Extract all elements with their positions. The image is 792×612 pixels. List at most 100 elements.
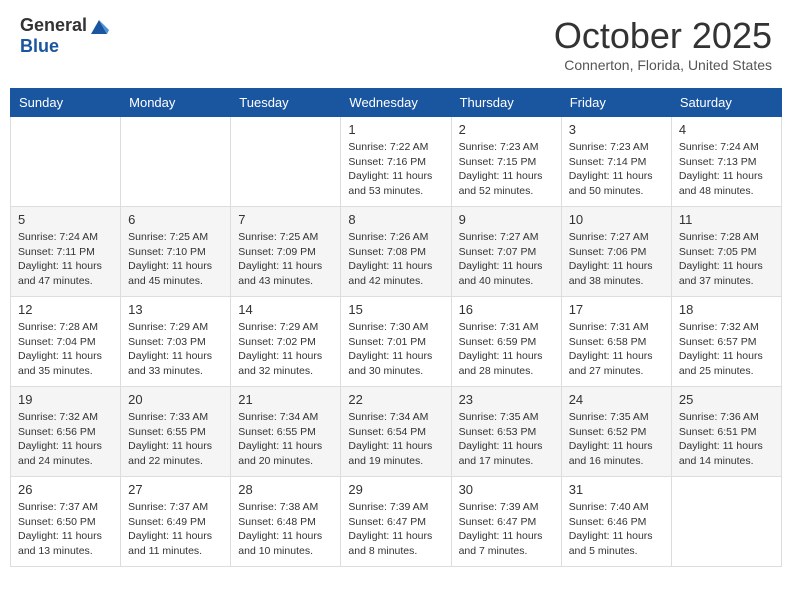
logo-general-text: General <box>20 15 87 36</box>
calendar-cell: 1 Sunrise: 7:22 AMSunset: 7:16 PMDaylight… <box>341 117 451 207</box>
day-info: Sunrise: 7:32 AMSunset: 6:56 PMDaylight:… <box>18 410 113 469</box>
calendar-cell: 2Sunrise: 7:23 AMSunset: 7:15 PMDaylight… <box>451 117 561 207</box>
day-number: 14 <box>238 302 333 317</box>
calendar-table: SundayMondayTuesdayWednesdayThursdayFrid… <box>10 88 782 567</box>
day-info: Sunrise: 7:28 AMSunset: 7:05 PMDaylight:… <box>679 230 774 289</box>
calendar-cell: 12 Sunrise: 7:28 AMSunset: 7:04 PMDayligh… <box>11 297 121 387</box>
day-number: 22 <box>348 392 443 407</box>
logo: General Blue <box>20 15 109 57</box>
day-number: 11 <box>679 212 774 227</box>
calendar-week-row: 19 Sunrise: 7:32 AMSunset: 6:56 PMDayligh… <box>11 387 782 477</box>
day-info: Sunrise: 7:39 AMSunset: 6:47 PMDaylight:… <box>459 500 554 559</box>
calendar-cell: 8Sunrise: 7:26 AMSunset: 7:08 PMDaylight… <box>341 207 451 297</box>
day-number: 23 <box>459 392 554 407</box>
day-info: Sunrise: 7:27 AMSunset: 7:06 PMDaylight:… <box>569 230 664 289</box>
calendar-cell: 22Sunrise: 7:34 AMSunset: 6:54 PMDayligh… <box>341 387 451 477</box>
day-info: Sunrise: 7:25 AMSunset: 7:10 PMDaylight:… <box>128 230 223 289</box>
day-info: Sunrise: 7:33 AMSunset: 6:55 PMDaylight:… <box>128 410 223 469</box>
day-info: Sunrise: 7:34 AMSunset: 6:55 PMDaylight:… <box>238 410 333 469</box>
calendar-cell: 19 Sunrise: 7:32 AMSunset: 6:56 PMDayligh… <box>11 387 121 477</box>
calendar-cell: 4 Sunrise: 7:24 AMSunset: 7:13 PMDaylight… <box>671 117 781 207</box>
location-text: Connerton, Florida, United States <box>554 57 772 73</box>
calendar-cell: 23 Sunrise: 7:35 AMSunset: 6:53 PMDayligh… <box>451 387 561 477</box>
calendar-header-saturday: Saturday <box>671 89 781 117</box>
calendar-cell: 28Sunrise: 7:38 AMSunset: 6:48 PMDayligh… <box>231 477 341 567</box>
day-number: 13 <box>128 302 223 317</box>
day-number: 19 <box>18 392 113 407</box>
day-number: 6 <box>128 212 223 227</box>
day-info: Sunrise: 7:35 AMSunset: 6:52 PMDaylight:… <box>569 410 664 469</box>
day-number: 1 <box>348 122 443 137</box>
calendar-cell: 29Sunrise: 7:39 AMSunset: 6:47 PMDayligh… <box>341 477 451 567</box>
calendar-cell: 20Sunrise: 7:33 AMSunset: 6:55 PMDayligh… <box>121 387 231 477</box>
calendar-cell: 17 Sunrise: 7:31 AMSunset: 6:58 PMDayligh… <box>561 297 671 387</box>
day-info: Sunrise: 7:31 AMSunset: 6:59 PMDaylight:… <box>459 320 554 379</box>
calendar-cell: 18Sunrise: 7:32 AMSunset: 6:57 PMDayligh… <box>671 297 781 387</box>
calendar-header-monday: Monday <box>121 89 231 117</box>
day-info: Sunrise: 7:22 AMSunset: 7:16 PMDaylight:… <box>348 140 443 199</box>
calendar-cell: 15 Sunrise: 7:30 AMSunset: 7:01 PMDayligh… <box>341 297 451 387</box>
day-info: Sunrise: 7:36 AMSunset: 6:51 PMDaylight:… <box>679 410 774 469</box>
day-info: Sunrise: 7:31 AMSunset: 6:58 PMDaylight:… <box>569 320 664 379</box>
day-number: 26 <box>18 482 113 497</box>
calendar-cell: 31 Sunrise: 7:40 AMSunset: 6:46 PMDayligh… <box>561 477 671 567</box>
calendar-cell: 14 Sunrise: 7:29 AMSunset: 7:02 PMDayligh… <box>231 297 341 387</box>
day-number: 24 <box>569 392 664 407</box>
calendar-cell: 7 Sunrise: 7:25 AMSunset: 7:09 PMDaylight… <box>231 207 341 297</box>
logo-icon <box>89 16 109 36</box>
day-number: 4 <box>679 122 774 137</box>
calendar-cell: 10 Sunrise: 7:27 AMSunset: 7:06 PMDayligh… <box>561 207 671 297</box>
calendar-cell: 30 Sunrise: 7:39 AMSunset: 6:47 PMDayligh… <box>451 477 561 567</box>
page-header: General Blue October 2025 Connerton, Flo… <box>10 10 782 78</box>
logo-blue-text: Blue <box>20 36 59 57</box>
day-number: 10 <box>569 212 664 227</box>
day-info: Sunrise: 7:25 AMSunset: 7:09 PMDaylight:… <box>238 230 333 289</box>
calendar-header-friday: Friday <box>561 89 671 117</box>
calendar-cell: 21 Sunrise: 7:34 AMSunset: 6:55 PMDayligh… <box>231 387 341 477</box>
calendar-cell: 9Sunrise: 7:27 AMSunset: 7:07 PMDaylight… <box>451 207 561 297</box>
day-number: 31 <box>569 482 664 497</box>
day-info: Sunrise: 7:29 AMSunset: 7:02 PMDaylight:… <box>238 320 333 379</box>
calendar-cell: 24 Sunrise: 7:35 AMSunset: 6:52 PMDayligh… <box>561 387 671 477</box>
day-number: 16 <box>459 302 554 317</box>
calendar-cell <box>11 117 121 207</box>
day-number: 9 <box>459 212 554 227</box>
calendar-week-row: 12 Sunrise: 7:28 AMSunset: 7:04 PMDayligh… <box>11 297 782 387</box>
calendar-cell <box>671 477 781 567</box>
calendar-cell <box>121 117 231 207</box>
day-info: Sunrise: 7:40 AMSunset: 6:46 PMDaylight:… <box>569 500 664 559</box>
calendar-cell: 5Sunrise: 7:24 AMSunset: 7:11 PMDaylight… <box>11 207 121 297</box>
calendar-week-row: 1 Sunrise: 7:22 AMSunset: 7:16 PMDaylight… <box>11 117 782 207</box>
day-info: Sunrise: 7:26 AMSunset: 7:08 PMDaylight:… <box>348 230 443 289</box>
calendar-cell: 16 Sunrise: 7:31 AMSunset: 6:59 PMDayligh… <box>451 297 561 387</box>
day-number: 17 <box>569 302 664 317</box>
calendar-cell: 6 Sunrise: 7:25 AMSunset: 7:10 PMDaylight… <box>121 207 231 297</box>
day-number: 30 <box>459 482 554 497</box>
calendar-header-wednesday: Wednesday <box>341 89 451 117</box>
day-info: Sunrise: 7:39 AMSunset: 6:47 PMDaylight:… <box>348 500 443 559</box>
month-title: October 2025 <box>554 15 772 57</box>
day-number: 28 <box>238 482 333 497</box>
day-info: Sunrise: 7:28 AMSunset: 7:04 PMDaylight:… <box>18 320 113 379</box>
calendar-header-sunday: Sunday <box>11 89 121 117</box>
day-number: 27 <box>128 482 223 497</box>
day-number: 7 <box>238 212 333 227</box>
calendar-header-row: SundayMondayTuesdayWednesdayThursdayFrid… <box>11 89 782 117</box>
calendar-cell: 13Sunrise: 7:29 AMSunset: 7:03 PMDayligh… <box>121 297 231 387</box>
day-info: Sunrise: 7:35 AMSunset: 6:53 PMDaylight:… <box>459 410 554 469</box>
calendar-cell: 25 Sunrise: 7:36 AMSunset: 6:51 PMDayligh… <box>671 387 781 477</box>
day-info: Sunrise: 7:37 AMSunset: 6:50 PMDaylight:… <box>18 500 113 559</box>
day-info: Sunrise: 7:24 AMSunset: 7:13 PMDaylight:… <box>679 140 774 199</box>
calendar-week-row: 26 Sunrise: 7:37 AMSunset: 6:50 PMDayligh… <box>11 477 782 567</box>
day-number: 18 <box>679 302 774 317</box>
day-info: Sunrise: 7:30 AMSunset: 7:01 PMDaylight:… <box>348 320 443 379</box>
calendar-cell: 27Sunrise: 7:37 AMSunset: 6:49 PMDayligh… <box>121 477 231 567</box>
day-number: 12 <box>18 302 113 317</box>
calendar-header-tuesday: Tuesday <box>231 89 341 117</box>
day-number: 3 <box>569 122 664 137</box>
calendar-cell: 3Sunrise: 7:23 AMSunset: 7:14 PMDaylight… <box>561 117 671 207</box>
day-number: 15 <box>348 302 443 317</box>
day-info: Sunrise: 7:24 AMSunset: 7:11 PMDaylight:… <box>18 230 113 289</box>
day-number: 21 <box>238 392 333 407</box>
day-number: 25 <box>679 392 774 407</box>
